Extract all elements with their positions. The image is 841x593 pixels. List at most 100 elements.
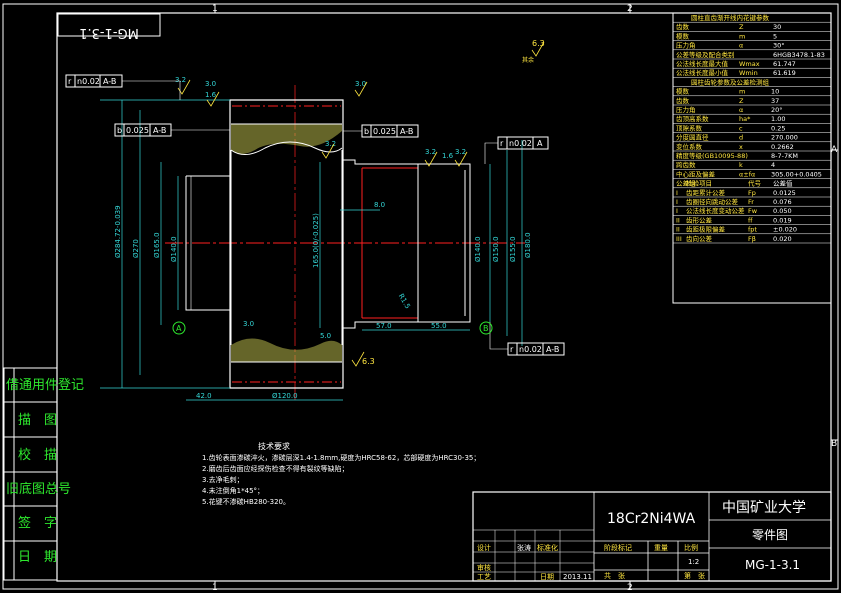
table-cell: 压力角	[676, 41, 696, 50]
zone-label-b: B	[831, 439, 837, 449]
table-cell: 齿距累计公差	[686, 188, 726, 197]
process-label: 工艺	[477, 573, 491, 581]
dim-text: Ø150.0	[492, 236, 500, 262]
table-cell: k	[739, 161, 743, 169]
table-cell: 1.00	[771, 115, 785, 123]
table-cell: x	[739, 143, 743, 151]
table-cell: Fβ	[748, 235, 756, 243]
tolerance-frame: b 0.025 A-B	[114, 123, 172, 137]
zone-label-2-bottom: 2	[627, 583, 633, 593]
dim-text: Ø140.0	[474, 236, 482, 262]
table-cell: 公法线长度最小值	[676, 68, 729, 77]
standardization-label: 标准化	[537, 543, 558, 552]
table-cell: 270.000	[771, 134, 798, 142]
dim-text: 3.0	[205, 80, 216, 88]
dim-text: 1.6	[205, 91, 217, 99]
table-cell: m	[739, 88, 745, 96]
table-cell: I	[676, 189, 678, 197]
drawing-sheet: 1 2 A B 1 2 MG-1-3.1 借通用件登记 描 图 校 描 旧底图总…	[2, 3, 839, 593]
datum-b: B	[483, 324, 489, 333]
dim-text: 3.2	[175, 76, 186, 84]
dim-text: R1.5	[397, 292, 412, 310]
table-cell: Fp	[748, 189, 756, 197]
svg-text:A-B: A-B	[153, 126, 166, 135]
dim-text: Ø155.0	[509, 236, 517, 262]
svg-text:0.025: 0.025	[373, 127, 396, 136]
table-cell: 0.0125	[773, 189, 796, 197]
table-cell: 20°	[771, 106, 783, 114]
svg-text:r: r	[510, 345, 514, 354]
table-cell: ha*	[739, 115, 751, 123]
table-cell: 0.019	[773, 216, 792, 224]
left-record-panel: 借通用件登记 描 图 校 描 旧底图总号 签 字 日 期	[3, 367, 84, 581]
left-panel-label: 日 期	[18, 550, 57, 565]
table-cell: II	[676, 216, 680, 224]
table-cell: I	[676, 198, 678, 206]
table-cell: 模数	[676, 31, 690, 40]
left-panel-label: 旧底图总号	[6, 481, 71, 497]
left-panel-label: 校 描	[18, 447, 57, 463]
table-cell: 4	[771, 161, 775, 169]
table-cell: 齿形公差	[686, 215, 713, 224]
table-cell: 齿向公差	[686, 234, 713, 243]
table-cell: 公差值	[773, 179, 793, 188]
tolerance-frame: r n0.02 A-B	[507, 342, 565, 356]
table-cell: Fw	[748, 207, 758, 215]
tech-item: 1.齿轮表面渗碳淬火，渗碳层深1.4-1.8mm,硬度为HRC58-62，芯部硬…	[202, 453, 480, 462]
table-cell: ff	[748, 216, 753, 224]
table-cell: 中心距及偏差	[676, 169, 716, 178]
table-cell: 61.747	[773, 60, 796, 68]
table-cell: Z	[739, 23, 744, 31]
scale-label: 比例	[684, 543, 698, 552]
svg-text:b: b	[117, 126, 122, 135]
date-label: 日期	[540, 573, 554, 581]
table-cell: 0.020	[773, 235, 792, 243]
designer-name: 张涛	[517, 543, 531, 552]
table-cell: 顶隙系数	[676, 123, 703, 132]
table-cell: 0.076	[773, 198, 792, 206]
dim-text: Ø284.72-0.039	[114, 205, 122, 258]
left-panel-label: 借通用件登记	[6, 378, 84, 393]
dim-text: 1.6	[442, 152, 454, 160]
dim-text: 3.2	[325, 140, 336, 148]
dim-text: Ø140.0	[170, 236, 178, 262]
tech-item: 2.磨齿后齿面应经探伤检查不得有裂纹等缺陷；	[202, 464, 349, 473]
dim-text: Ø180.0	[524, 232, 532, 258]
table-cell: 齿顶高系数	[676, 114, 709, 123]
table-cell: 齿圈径向跳动公差	[686, 197, 739, 206]
svg-text:n0.02: n0.02	[519, 345, 542, 354]
table-cell: II	[676, 226, 680, 234]
dim-text: 8.0	[374, 201, 385, 209]
table-cell: 公法线长度最大值	[676, 59, 729, 68]
dim-text: Ø165.0	[153, 232, 161, 258]
table-cell: Wmax	[739, 60, 760, 68]
table-cell: Fr	[748, 198, 754, 206]
table-cell: I	[676, 207, 678, 215]
table-cell: 齿数	[676, 22, 690, 31]
table-cell: 30°	[773, 42, 785, 50]
svg-text:r: r	[68, 77, 72, 86]
table-cell: 公差等级及配合类别	[676, 50, 735, 59]
weight-label: 重量	[654, 544, 668, 552]
zone-label-2: 2	[627, 4, 633, 14]
table-cell: 检验项目	[686, 179, 712, 188]
dim-text: Ø270	[132, 239, 140, 258]
table-cell: 变位系数	[676, 142, 703, 151]
table-cell: ±0.020	[773, 226, 797, 234]
zone-label-1: 1	[212, 4, 218, 14]
table-cell: 8-7-7KM	[771, 152, 798, 160]
sheets-label: 共 张	[604, 571, 625, 580]
table-cell: Z	[739, 97, 744, 105]
technical-requirements: 技术要求 1.齿轮表面渗碳淬火，渗碳层深1.4-1.8mm,硬度为HRC58-6…	[202, 441, 480, 506]
dim-text: 57.0	[376, 322, 392, 330]
datum-a: A	[176, 324, 182, 333]
school-name: 中国矿业大学	[722, 500, 806, 516]
dim-text: 3.2	[425, 148, 436, 156]
table-cell: c	[739, 124, 743, 132]
table-cell: 圆柱齿轮参数及公差检测组	[691, 77, 770, 86]
tech-item: 3.去净毛刺；	[202, 475, 244, 484]
table-cell: α	[739, 42, 743, 50]
roughness-general: 6.3	[532, 39, 545, 48]
svg-text:n0.02: n0.02	[509, 139, 532, 148]
part-drawing: Ø284.72-0.039 Ø270 Ø165.0 Ø140.0 165.0(0…	[65, 39, 565, 401]
